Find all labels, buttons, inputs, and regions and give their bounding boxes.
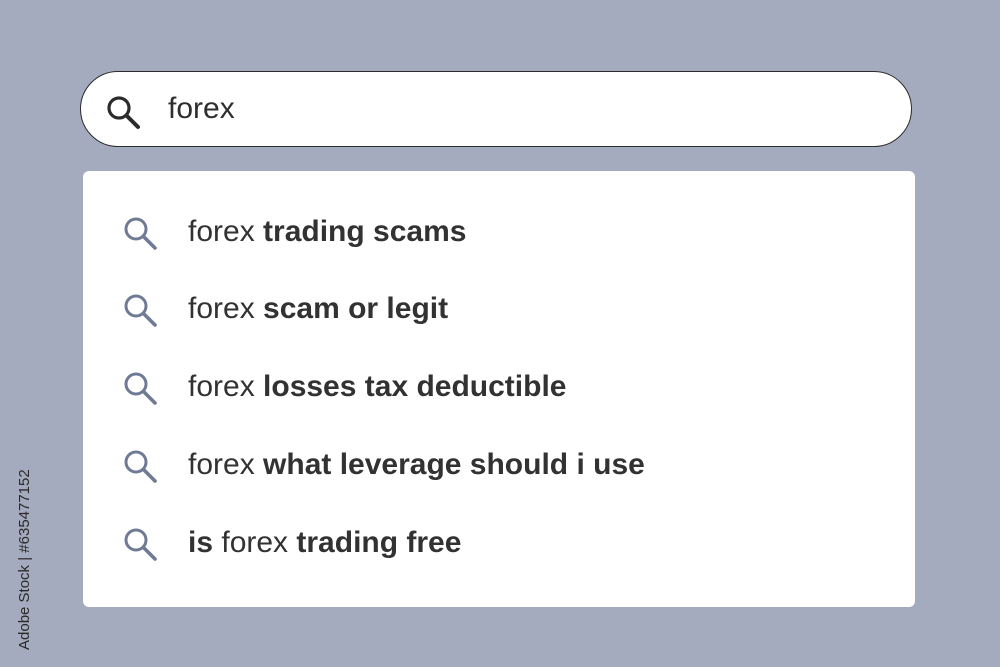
suggestion-text-part: forex bbox=[221, 526, 297, 559]
suggestion-item[interactable]: is forex trading free bbox=[83, 504, 915, 582]
suggestion-list: forex trading scams forex scam or legit … bbox=[83, 171, 915, 607]
suggestion-text-part: forex bbox=[188, 215, 264, 248]
search-input[interactable]: forex bbox=[168, 72, 235, 145]
suggestion-item[interactable]: forex scam or legit bbox=[83, 270, 915, 348]
stock-id-watermark: Adobe Stock | #635477152 bbox=[16, 469, 33, 650]
search-icon bbox=[107, 96, 140, 129]
suggestion-item[interactable]: forex what leverage should i use bbox=[83, 426, 915, 504]
suggestion-text: forex losses tax deductible bbox=[188, 348, 566, 426]
search-bar[interactable]: forex bbox=[80, 71, 912, 147]
suggestion-text-part: trading scams bbox=[263, 215, 467, 248]
suggestion-text-part: forex bbox=[188, 448, 264, 481]
suggestion-text-part: forex bbox=[188, 370, 264, 403]
search-icon bbox=[124, 372, 157, 405]
stock-id-text: Adobe Stock | #635477152 bbox=[16, 469, 33, 650]
suggestion-text-part: scam or legit bbox=[263, 292, 449, 325]
suggestion-text-part: what leverage should i use bbox=[263, 448, 645, 481]
suggestion-text-part: is bbox=[188, 526, 222, 559]
suggestion-text-part: forex bbox=[188, 292, 264, 325]
search-icon bbox=[124, 217, 157, 250]
search-icon bbox=[124, 294, 157, 327]
suggestion-text: forex what leverage should i use bbox=[188, 426, 645, 504]
search-icon bbox=[124, 450, 157, 483]
suggestion-text-part: losses tax deductible bbox=[263, 370, 567, 403]
suggestion-text: forex trading scams bbox=[188, 193, 466, 271]
suggestion-item[interactable]: forex trading scams bbox=[83, 193, 915, 271]
suggestion-text: is forex trading free bbox=[188, 504, 461, 582]
suggestion-item[interactable]: forex losses tax deductible bbox=[83, 348, 915, 426]
search-icon bbox=[124, 528, 157, 561]
suggestion-text-part: trading free bbox=[296, 526, 462, 559]
suggestion-text: forex scam or legit bbox=[188, 270, 448, 348]
